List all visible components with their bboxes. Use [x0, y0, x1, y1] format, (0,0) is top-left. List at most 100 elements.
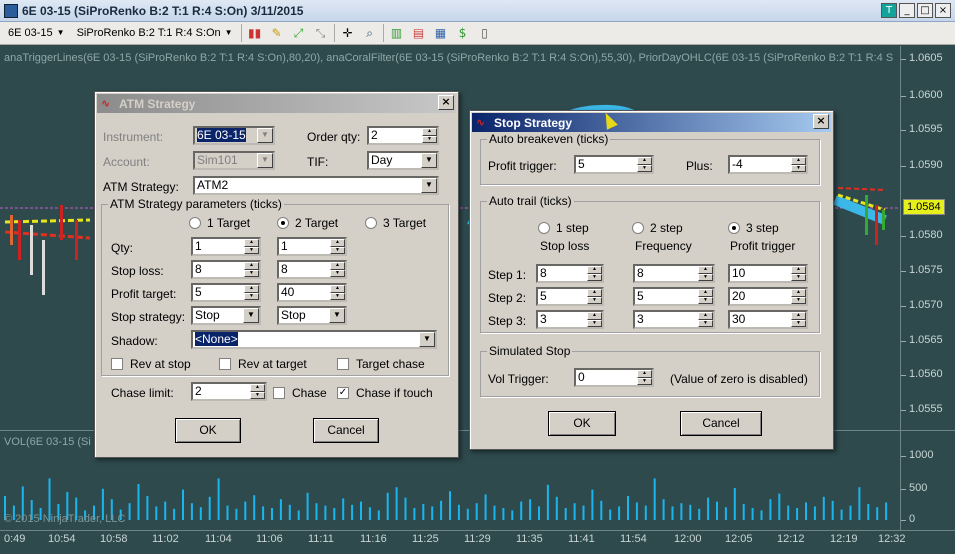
step2-profit-trigger-input[interactable]: 20 ▲ ▼: [728, 287, 808, 306]
close-button[interactable]: ×: [935, 3, 951, 18]
spinner-icon[interactable]: ▲ ▼: [637, 370, 652, 385]
indicators-icon[interactable]: ▥: [388, 24, 406, 42]
chevron-down-icon[interactable]: ▼: [421, 153, 437, 168]
close-icon[interactable]: ×: [813, 114, 829, 129]
target-chase-checkbox[interactable]: Target chase: [337, 357, 425, 371]
step3-stop-loss-input[interactable]: 3 ▲ ▼: [536, 310, 604, 329]
maximize-button[interactable]: □: [917, 3, 933, 18]
spinner-icon[interactable]: ▲ ▼: [791, 312, 806, 327]
zoom-out-icon[interactable]: ⤡: [312, 24, 330, 42]
atm-cancel-button[interactable]: Cancel: [313, 418, 379, 443]
chase-limit-input[interactable]: 2 ▲ ▼: [191, 382, 267, 401]
stop-strategy-target1-select[interactable]: Stop ▼: [191, 306, 261, 325]
spinner-icon[interactable]: ▲ ▼: [791, 289, 806, 304]
stop-strategy-target2-select[interactable]: Stop ▼: [277, 306, 347, 325]
radio-dot: [189, 217, 201, 229]
tif-select[interactable]: Day ▼: [367, 151, 439, 170]
spinner-icon[interactable]: ▲ ▼: [422, 128, 437, 143]
vol-trigger-input[interactable]: 0 ▲ ▼: [574, 368, 654, 387]
volume-bar: [475, 503, 478, 520]
col-profit-trigger: Profit trigger: [730, 239, 796, 253]
atm-ok-button[interactable]: OK: [175, 418, 241, 443]
atm-dialog-titlebar[interactable]: ∿ ATM Strategy ×: [97, 94, 456, 113]
spinner-icon[interactable]: ▲ ▼: [330, 285, 345, 300]
price-tick: 1.0555: [901, 403, 943, 415]
chase-checkbox[interactable]: Chase: [273, 386, 327, 400]
vol-trigger-note: (Value of zero is disabled): [670, 372, 808, 386]
step1-profit-trigger-input[interactable]: 10 ▲ ▼: [728, 264, 808, 283]
spinner-icon[interactable]: ▲ ▼: [330, 239, 345, 254]
breakeven-plus-input[interactable]: -4 ▲ ▼: [728, 155, 808, 174]
stop-loss-target2-input[interactable]: 8 ▲ ▼: [277, 260, 347, 279]
radio-1-target[interactable]: 1 Target: [189, 216, 250, 230]
spinner-icon[interactable]: ▲ ▼: [330, 262, 345, 277]
breakeven-profit-trigger-input[interactable]: 5 ▲ ▼: [574, 155, 654, 174]
stop-loss-target1-input[interactable]: 8 ▲ ▼: [191, 260, 261, 279]
spinner-icon[interactable]: ▲ ▼: [244, 262, 259, 277]
strategies-icon[interactable]: ▤: [410, 24, 428, 42]
step3-frequency-input[interactable]: 3 ▲ ▼: [633, 310, 715, 329]
volume-bar: [226, 505, 229, 520]
stop-ok-button[interactable]: OK: [548, 411, 616, 436]
spinner-icon[interactable]: ▲ ▼: [250, 384, 265, 399]
spinner-icon[interactable]: ▲ ▼: [587, 266, 602, 281]
qty-target1-input[interactable]: 1 ▲ ▼: [191, 237, 261, 256]
radio-3-step[interactable]: 3 step: [728, 221, 779, 235]
price-tick: 1.0575: [901, 264, 943, 276]
chevron-down-icon[interactable]: ▼: [419, 332, 435, 347]
dollar-icon[interactable]: $: [454, 24, 472, 42]
chevron-down-icon[interactable]: ▼: [421, 178, 437, 193]
spinner-icon[interactable]: ▲ ▼: [791, 157, 806, 172]
qty-target2-input[interactable]: 1 ▲ ▼: [277, 237, 347, 256]
spinner-icon[interactable]: ▲ ▼: [698, 312, 713, 327]
shadow-label: Shadow:: [111, 334, 158, 348]
spinner-icon[interactable]: ▲ ▼: [637, 157, 652, 172]
theme-button[interactable]: T: [881, 3, 897, 18]
stop-dialog-titlebar[interactable]: ∿ Stop Strategy ×: [472, 113, 831, 132]
spinner-icon[interactable]: ▲ ▼: [698, 266, 713, 281]
spinner-icon[interactable]: ▲ ▼: [244, 239, 259, 254]
instrument-selector[interactable]: 6E 03-15 ▼: [4, 24, 69, 42]
pencil-icon[interactable]: ✎: [268, 24, 286, 42]
zoom-in-icon[interactable]: ⤢: [290, 24, 308, 42]
profit-target2-input[interactable]: 40 ▲ ▼: [277, 283, 347, 302]
minimize-button[interactable]: _: [899, 3, 915, 18]
radio-2-target[interactable]: 2 Target: [277, 216, 338, 230]
chevron-down-icon[interactable]: ▼: [329, 308, 345, 323]
search-icon[interactable]: ⌕: [361, 24, 379, 42]
renko-bar: [60, 205, 63, 240]
spinner-icon[interactable]: ▲ ▼: [587, 312, 602, 327]
chevron-down-icon[interactable]: ▼: [243, 308, 259, 323]
time-axis[interactable]: 0:49 10:54 10:58 11:02 11:04 11:06 11:11…: [0, 530, 955, 554]
atm-strategy-select[interactable]: ATM2 ▼: [193, 176, 439, 195]
bar-style-icon[interactable]: ▮▮: [246, 24, 264, 42]
order-qty-input[interactable]: 2 ▲ ▼: [367, 126, 439, 145]
close-icon[interactable]: ×: [438, 95, 454, 110]
shadow-select[interactable]: <None> ▼: [191, 330, 437, 349]
rev-at-target-checkbox[interactable]: Rev at target: [219, 357, 307, 371]
spinner-icon[interactable]: ▲ ▼: [791, 266, 806, 281]
chart-properties-icon[interactable]: ▦: [432, 24, 450, 42]
spinner-icon[interactable]: ▲ ▼: [244, 285, 259, 300]
profit-target1-input[interactable]: 5 ▲ ▼: [191, 283, 261, 302]
spinner-icon[interactable]: ▲ ▼: [587, 289, 602, 304]
radio-1-step[interactable]: 1 step: [538, 221, 589, 235]
data-box-icon[interactable]: ▯: [476, 24, 494, 42]
radio-3-target[interactable]: 3 Target: [365, 216, 426, 230]
step1-stop-loss-input[interactable]: 8 ▲ ▼: [536, 264, 604, 283]
bar-type-selector[interactable]: SiProRenko B:2 T:1 R:4 S:On ▼: [73, 24, 237, 42]
step2-frequency-input[interactable]: 5 ▲ ▼: [633, 287, 715, 306]
stop-cancel-button[interactable]: Cancel: [680, 411, 762, 436]
volume-bar: [760, 510, 763, 520]
price-axis[interactable]: 1.0605 1.0600 1.0595 1.0590 1.0580 1.057…: [900, 46, 955, 532]
step1-frequency-input[interactable]: 8 ▲ ▼: [633, 264, 715, 283]
step2-stop-loss-input[interactable]: 5 ▲ ▼: [536, 287, 604, 306]
volume-bar: [778, 493, 781, 520]
chase-if-touch-checkbox[interactable]: ✓ Chase if touch: [337, 386, 433, 400]
crosshair-icon[interactable]: ✛: [339, 24, 357, 42]
radio-2-step[interactable]: 2 step: [632, 221, 683, 235]
rev-at-stop-checkbox[interactable]: Rev at stop: [111, 357, 191, 371]
spinner-icon[interactable]: ▲ ▼: [698, 289, 713, 304]
stop-strategy-label: Stop strategy:: [111, 310, 186, 324]
step3-profit-trigger-input[interactable]: 30 ▲ ▼: [728, 310, 808, 329]
